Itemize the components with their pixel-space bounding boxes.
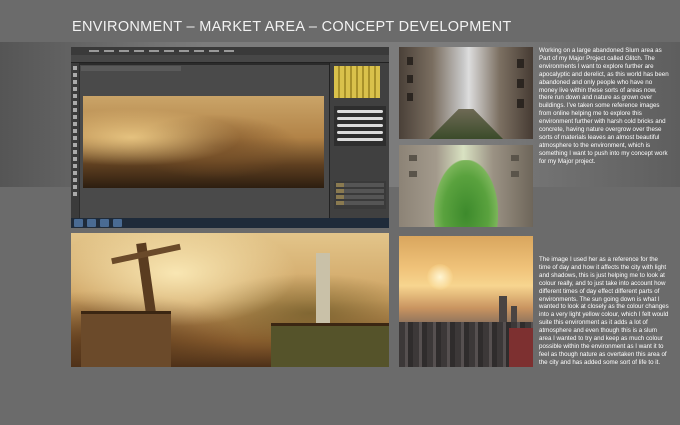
app-menubar: [71, 47, 389, 55]
layers-panel: [334, 181, 386, 209]
toolbox: [71, 63, 79, 218]
reference-photo-sunset-city: [399, 236, 533, 367]
description-top: Working on a large abandoned Slum area a…: [539, 47, 669, 165]
wip-canvas: [83, 96, 324, 188]
tower-shape: [316, 253, 330, 323]
page-title: ENVIRONMENT – MARKET AREA – CONCEPT DEVE…: [72, 19, 512, 35]
photoshop-screenshot: [71, 47, 389, 228]
concept-painting: [71, 233, 389, 367]
hut-shape: [81, 311, 171, 367]
reference-photo-alley: [399, 47, 533, 139]
document-tab: [81, 66, 181, 71]
brushes-panel: [334, 106, 386, 146]
hut-shape: [271, 323, 389, 367]
swatches-panel: [334, 66, 380, 98]
options-bar: [71, 55, 389, 63]
description-bottom: The image I used her as a reference for …: [539, 256, 669, 366]
reference-photo-overgrown: [399, 145, 533, 227]
taskbar: [71, 218, 389, 228]
side-panels: [329, 63, 389, 223]
